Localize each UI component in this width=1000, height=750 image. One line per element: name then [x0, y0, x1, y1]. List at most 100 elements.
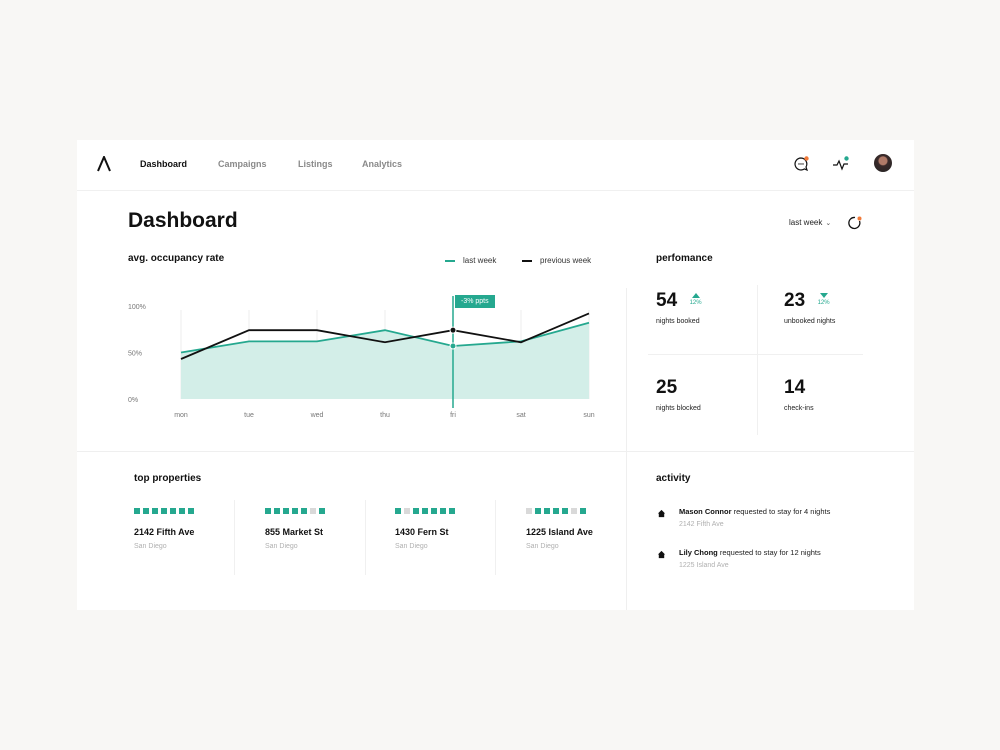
divider	[365, 500, 366, 575]
availability-open	[404, 508, 410, 514]
availability-booked	[274, 508, 280, 514]
trend-up-icon	[691, 293, 700, 298]
property-city: San Diego	[265, 543, 298, 550]
availability-booked	[179, 508, 185, 514]
refresh-icon[interactable]	[847, 215, 863, 231]
availability-booked	[449, 508, 455, 514]
chart-tooltip: -3% ppts	[455, 295, 495, 308]
divider	[77, 451, 914, 452]
activity-title: activity	[656, 473, 691, 484]
availability-open	[571, 508, 577, 514]
stat-nights-booked: 54 12% nights booked	[656, 290, 702, 325]
availability-booked	[134, 508, 140, 514]
property-card[interactable]: 1430 Fern St San Diego	[395, 508, 505, 550]
trend-down-icon	[819, 293, 828, 298]
page-title: Dashboard	[128, 209, 238, 232]
period-dropdown[interactable]: last week ⌄	[789, 218, 831, 227]
legend-label: previous week	[540, 256, 592, 265]
x-tick-label: sun	[583, 412, 594, 419]
occupancy-title: avg. occupancy rate	[128, 253, 225, 264]
availability-open	[310, 508, 316, 514]
avatar[interactable]	[874, 154, 892, 172]
availability-booked	[431, 508, 437, 514]
x-tick-label: sat	[516, 412, 525, 419]
legend-swatch	[445, 259, 455, 262]
availability-dots	[526, 508, 636, 514]
availability-booked	[535, 508, 541, 514]
data-point	[449, 342, 457, 350]
property-card[interactable]: 855 Market St San Diego	[265, 508, 375, 550]
property-card[interactable]: 1225 Island Ave San Diego	[526, 508, 636, 550]
x-tick-label: fri	[450, 412, 456, 419]
stat-label: nights booked	[656, 318, 700, 325]
activity-property: 2142 Fifth Ave	[679, 521, 724, 528]
property-city: San Diego	[134, 543, 167, 550]
stat-value: 23	[784, 290, 806, 311]
activity-text: requested to stay for 12 nights	[719, 548, 821, 557]
activity-property: 1225 Island Ave	[679, 562, 729, 569]
chat-icon[interactable]	[791, 154, 811, 174]
availability-booked	[413, 508, 419, 514]
property-name: 1430 Fern St	[395, 527, 449, 537]
nav-analytics[interactable]: Analytics	[362, 159, 402, 169]
trend-indicator: 12%	[818, 293, 830, 306]
availability-booked	[301, 508, 307, 514]
trend-value: 12%	[689, 300, 702, 306]
home-icon	[657, 509, 666, 518]
availability-booked	[143, 508, 149, 514]
notification-dot	[804, 156, 809, 161]
activity-icon[interactable]	[831, 154, 851, 174]
guest-name[interactable]: Lily Chong	[679, 548, 718, 557]
trend-value: 12%	[817, 300, 830, 306]
availability-booked	[188, 508, 194, 514]
availability-booked	[161, 508, 167, 514]
availability-booked	[422, 508, 428, 514]
x-tick-label: thu	[380, 412, 390, 419]
divider	[757, 285, 758, 435]
top-properties-title: top properties	[134, 473, 202, 484]
legend-previous-week: previous week	[522, 256, 591, 265]
property-city: San Diego	[526, 543, 559, 550]
availability-booked	[440, 508, 446, 514]
nav-listings[interactable]: Listings	[298, 159, 333, 169]
divider	[626, 288, 627, 610]
logo-icon[interactable]	[96, 156, 112, 172]
availability-booked	[395, 508, 401, 514]
data-point	[449, 326, 457, 334]
availability-booked	[544, 508, 550, 514]
status-dot	[844, 156, 849, 161]
availability-booked	[553, 508, 559, 514]
availability-dots	[265, 508, 375, 514]
availability-booked	[170, 508, 176, 514]
series-area	[181, 322, 589, 399]
stat-value: 54	[656, 290, 678, 311]
nav-campaigns[interactable]: Campaigns	[218, 159, 267, 169]
x-tick-label: wed	[310, 412, 324, 419]
home-icon	[657, 550, 666, 559]
property-card[interactable]: 2142 Fifth Ave San Diego	[134, 508, 244, 550]
availability-booked	[283, 508, 289, 514]
performance-title: perfomance	[656, 253, 713, 264]
availability-open	[526, 508, 532, 514]
stat-value: 25	[656, 377, 678, 398]
property-name: 2142 Fifth Ave	[134, 527, 195, 537]
dashboard-card: Dashboard Campaigns Listings Analytics D…	[77, 140, 914, 610]
x-tick-label: tue	[244, 412, 254, 419]
availability-booked	[580, 508, 586, 514]
stat-value: 14	[784, 377, 806, 398]
stat-unbooked-nights: 23 12% unbooked nights	[784, 290, 835, 325]
stat-nights-blocked: 25 nights blocked	[656, 377, 701, 412]
availability-dots	[395, 508, 505, 514]
trend-indicator: 12%	[690, 293, 702, 306]
availability-booked	[319, 508, 325, 514]
x-tick-label: mon	[174, 412, 188, 419]
occupancy-chart: 100% 50% 0% mon tue wed thu fri sat sun	[128, 296, 595, 419]
stat-label: nights blocked	[656, 405, 701, 412]
legend-swatch	[522, 259, 532, 262]
guest-name[interactable]: Mason Connor	[679, 507, 732, 516]
activity-text: requested to stay for 4 nights	[733, 507, 831, 516]
nav-dashboard[interactable]: Dashboard	[140, 159, 187, 169]
divider	[234, 500, 235, 575]
divider	[495, 500, 496, 575]
stat-label: check-ins	[784, 405, 814, 412]
